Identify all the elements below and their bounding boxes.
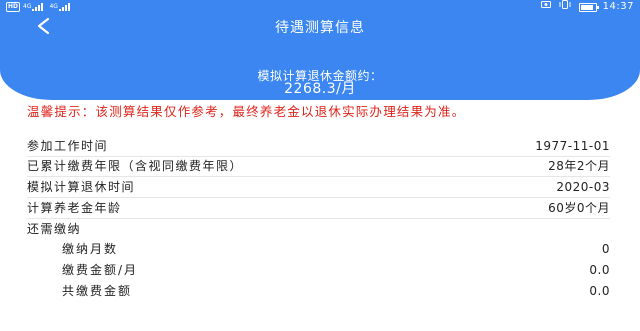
remaining-section-title: 还需缴纳 <box>27 219 610 239</box>
network-type-2: 4G <box>49 3 58 10</box>
info-value: 28年2个月 <box>548 159 610 173</box>
info-value: 60岁0个月 <box>548 201 610 215</box>
remaining-value: 0 <box>601 242 610 256</box>
alarm-icon <box>540 0 551 14</box>
remaining-row: 缴纳月数 0 <box>27 239 610 259</box>
app-screen: HD 4G 4G 14:37 待遇测算信息 模拟计算退休金额约： 2268.3/… <box>0 0 640 331</box>
header: 待遇测算信息 模拟计算退休金额约： 2268.3/月 <box>0 14 640 100</box>
info-row: 参加工作时间 1977-11-01 <box>27 136 610 156</box>
info-label: 模拟计算退休时间 <box>27 180 136 194</box>
info-row: 已累计缴费年限（含视同缴费年限） 28年2个月 <box>27 156 610 176</box>
battery-icon <box>578 2 599 12</box>
info-value: 2020-03 <box>556 180 610 194</box>
estimate-value: 2268.3/月 <box>284 81 356 97</box>
remaining-label: 共缴费金额 <box>62 284 133 298</box>
hd-badge: HD <box>6 2 21 12</box>
info-value: 1977-11-01 <box>535 139 610 153</box>
clock: 14:37 <box>602 1 634 12</box>
remaining-row: 共缴费金额 0.0 <box>27 281 610 301</box>
remaining-row: 缴费金额/月 0.0 <box>27 260 610 280</box>
info-label: 参加工作时间 <box>27 139 109 153</box>
remaining-label: 缴纳月数 <box>62 242 119 256</box>
vibrate-icon <box>559 0 571 14</box>
remaining-label: 缴费金额/月 <box>62 263 139 277</box>
remaining-title: 还需缴纳 <box>27 222 82 236</box>
info-label: 计算养老金年龄 <box>27 201 122 215</box>
info-row: 计算养老金年龄 60岁0个月 <box>27 198 610 218</box>
info-row: 模拟计算退休时间 2020-03 <box>27 177 610 197</box>
info-label: 已累计缴费年限（含视同缴费年限） <box>27 159 244 173</box>
remaining-value: 0.0 <box>589 263 610 277</box>
signal-icon-2 <box>58 3 71 11</box>
signal-icon <box>32 3 44 11</box>
network-type-1: 4G <box>23 3 32 10</box>
status-bar: HD 4G 4G 14:37 <box>0 0 640 14</box>
status-left: HD 4G 4G <box>6 0 76 14</box>
remaining-value: 0.0 <box>589 284 610 298</box>
status-right: 14:37 <box>540 0 634 14</box>
warning-text: 温馨提示：该测算结果仅作参考，最终养老金以退休实际办理结果为准。 <box>27 104 466 119</box>
page-title: 待遇测算信息 <box>275 20 365 36</box>
